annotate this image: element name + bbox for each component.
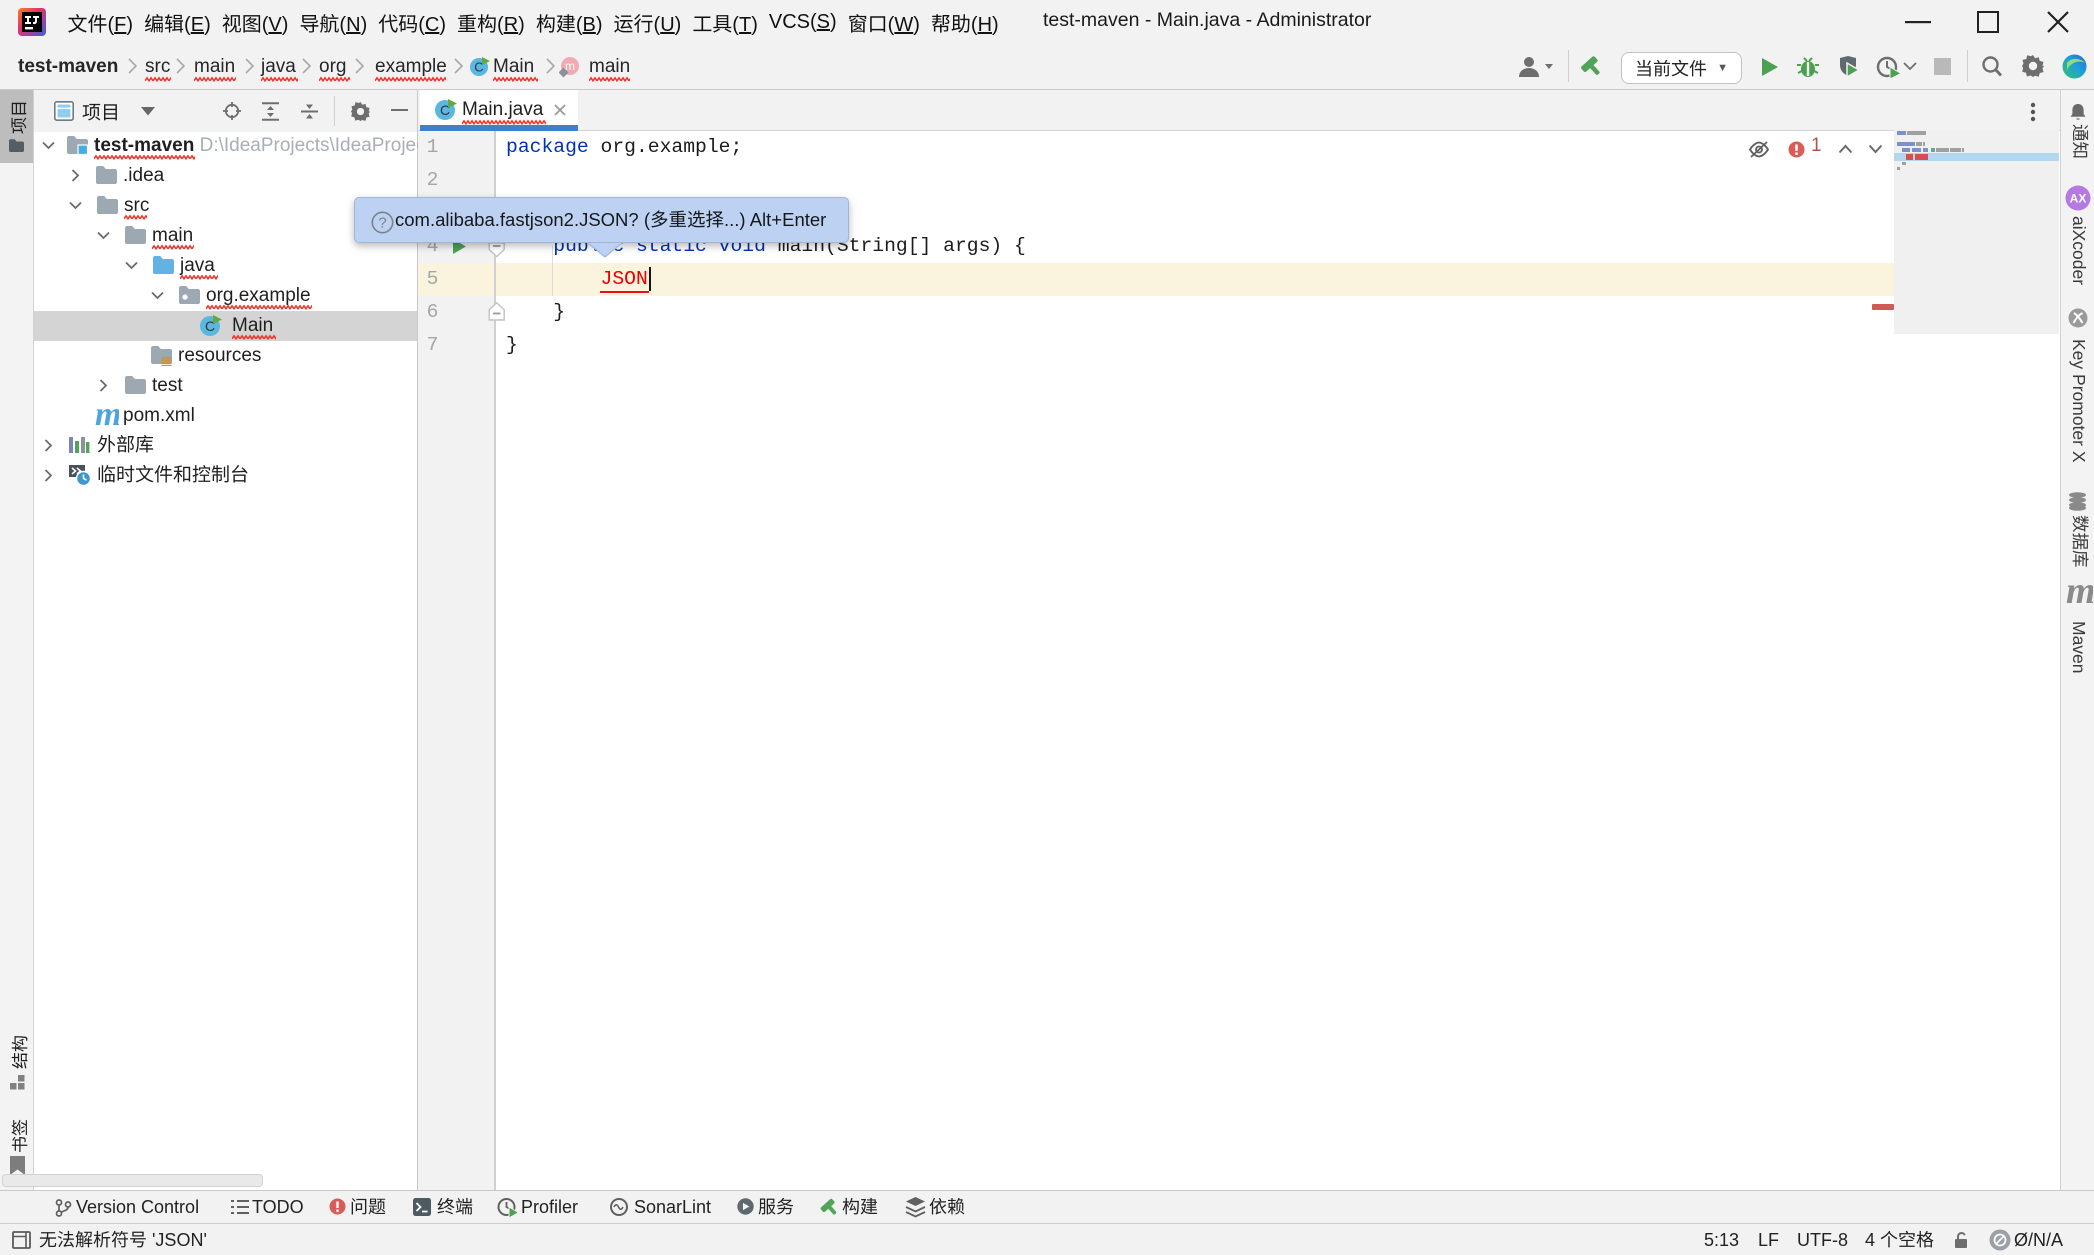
svg-text:AX: AX: [2070, 192, 2087, 206]
svg-text:m: m: [2066, 585, 2093, 605]
svg-text:m: m: [95, 407, 119, 427]
svg-text:?: ?: [378, 215, 386, 232]
